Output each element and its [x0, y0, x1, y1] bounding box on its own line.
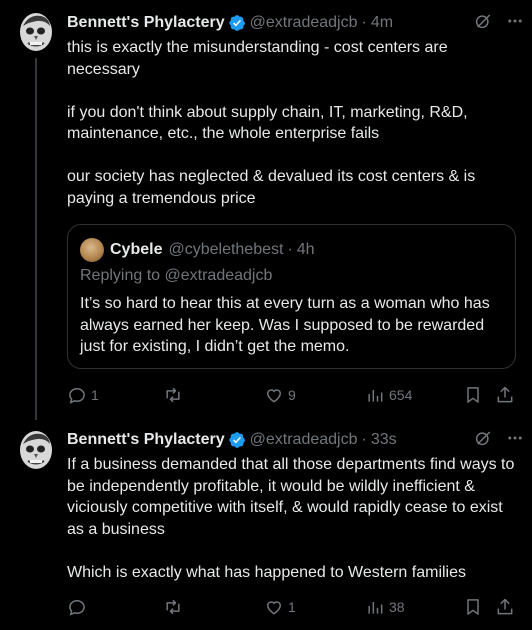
grok-icon[interactable] — [474, 12, 492, 30]
author-handle[interactable]: @extradeadjcb — [250, 431, 358, 449]
views-count: 654 — [389, 387, 413, 403]
views-button[interactable]: 654 — [365, 384, 412, 406]
timestamp[interactable]: 4m — [371, 14, 393, 32]
share-icon — [497, 386, 513, 403]
repost-button[interactable] — [163, 596, 187, 618]
quote-author-name: Cybele — [110, 241, 163, 258]
share-button[interactable] — [495, 596, 515, 618]
bookmark-icon — [467, 599, 479, 615]
author-avatar[interactable] — [19, 430, 53, 470]
verified-badge-icon — [228, 15, 245, 31]
quote-author-handle: @cybelethebest — [168, 241, 284, 258]
replying-prefix: Replying to — [80, 267, 161, 284]
bookmark-button[interactable] — [463, 384, 483, 406]
views-count: 38 — [389, 599, 405, 615]
tweet-paragraph: If a business demanded that all those de… — [67, 456, 515, 538]
repost-button[interactable] — [163, 384, 187, 406]
bookmark-button[interactable] — [463, 596, 483, 618]
quote-author-avatar — [80, 238, 104, 262]
avatar-skull-image — [20, 431, 52, 469]
reply-button[interactable] — [67, 596, 91, 618]
tweet-header: Bennett's Phylactery @extradeadjcb · 4m — [67, 12, 524, 34]
share-button[interactable] — [495, 384, 515, 406]
quote-replying-to: Replying to @extradeadjcb — [80, 267, 272, 285]
separator-dot: · — [287, 241, 293, 258]
bookmark-icon — [467, 387, 479, 403]
views-icon — [368, 602, 383, 614]
verified-badge-icon — [228, 432, 245, 448]
like-icon — [266, 389, 282, 403]
tweet-2[interactable]: Bennett's Phylactery @extradeadjcb · 33s… — [0, 420, 532, 630]
like-button[interactable]: 1 — [264, 596, 296, 618]
thread-line — [35, 58, 37, 420]
author-name[interactable]: Bennett's Phylactery — [67, 431, 225, 449]
repost-icon — [166, 599, 180, 615]
reply-icon — [69, 599, 85, 616]
action-bar: 1 9 654 — [67, 384, 519, 406]
tweet-header: Bennett's Phylactery @extradeadjcb · 33s — [67, 429, 524, 451]
tweet-1[interactable]: Bennett's Phylactery @extradeadjcb · 4m … — [0, 0, 532, 420]
tweet-body: If a business demanded that all those de… — [67, 454, 519, 583]
tweet-paragraph: this is exactly the misunderstanding - c… — [67, 39, 448, 78]
avatar-skull-image — [20, 13, 52, 51]
more-icon[interactable] — [506, 429, 524, 447]
quote-timestamp: 4h — [296, 241, 315, 258]
separator-dot: · — [361, 431, 367, 448]
views-button[interactable]: 38 — [365, 596, 405, 618]
like-count: 9 — [288, 387, 296, 403]
reply-icon — [69, 387, 85, 404]
action-bar: 1 38 — [67, 596, 519, 618]
repost-icon — [166, 387, 180, 403]
quote-text: It’s so hard to hear this at every turn … — [80, 295, 490, 355]
author-handle[interactable]: @extradeadjcb — [250, 14, 358, 32]
share-icon — [497, 598, 513, 615]
reply-count: 1 — [91, 387, 99, 403]
views-icon — [368, 390, 383, 402]
replying-mention: @extradeadjcb — [164, 267, 273, 284]
quoted-tweet[interactable]: Cybele @cybelethebest · 4h Replying to @… — [67, 224, 516, 369]
tweet-paragraph: our society has neglected & devalued its… — [67, 168, 476, 207]
author-name[interactable]: Bennett's Phylactery — [67, 14, 225, 32]
tweet-paragraph: Which is exactly what has happened to We… — [67, 563, 467, 581]
like-icon — [266, 601, 282, 615]
separator-dot: · — [361, 14, 367, 31]
more-icon[interactable] — [506, 12, 524, 30]
reply-button[interactable]: 1 — [67, 384, 99, 406]
timestamp[interactable]: 33s — [371, 431, 397, 449]
author-avatar[interactable] — [19, 12, 53, 52]
like-button[interactable]: 9 — [264, 384, 296, 406]
grok-icon[interactable] — [474, 429, 492, 447]
like-count: 1 — [288, 599, 296, 615]
tweet-body: this is exactly the misunderstanding - c… — [67, 37, 519, 209]
tweet-paragraph: if you don't think about supply chain, I… — [67, 103, 468, 143]
quote-header: Cybele @cybelethebest · 4h — [80, 238, 315, 262]
